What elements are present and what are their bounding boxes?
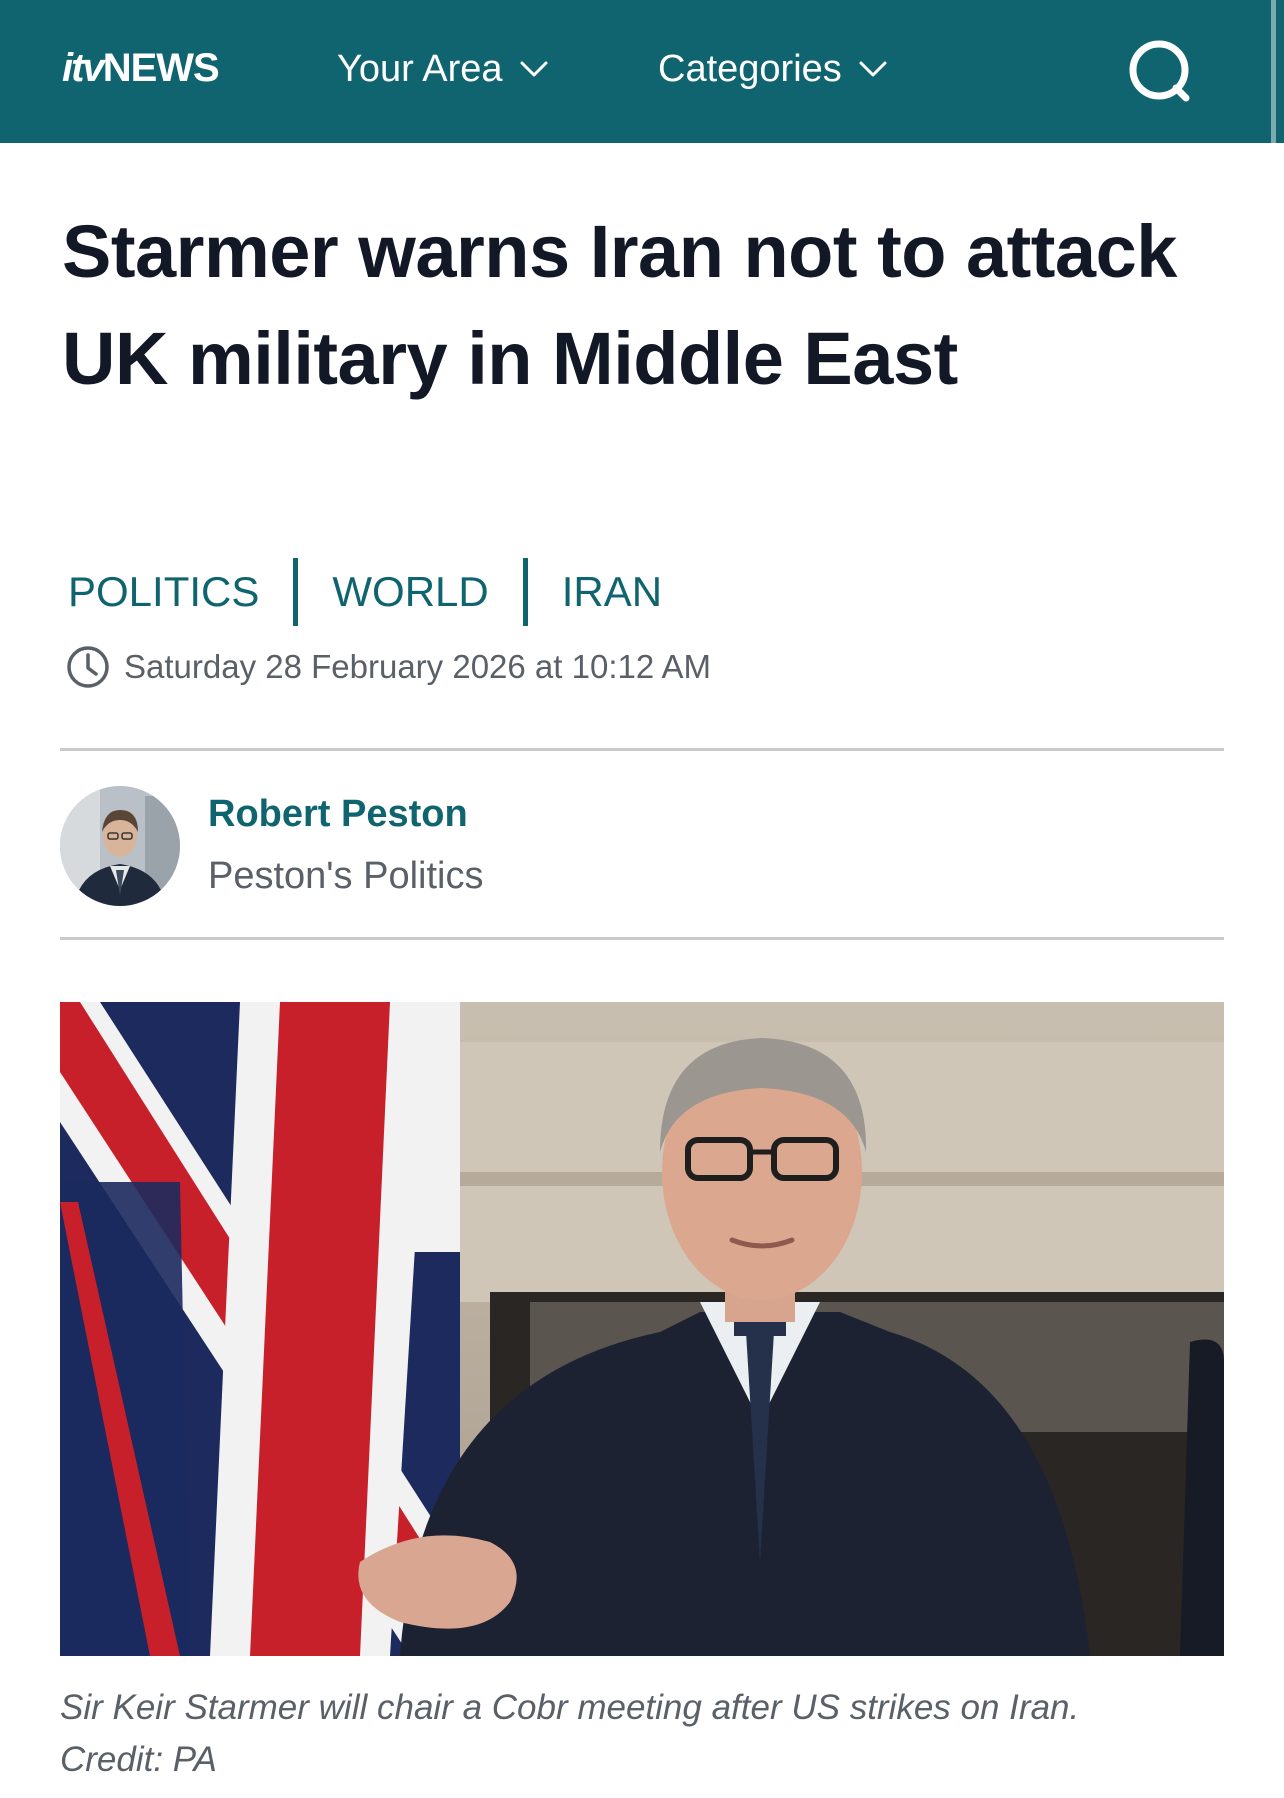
article-hero-image <box>60 1002 1224 1656</box>
tag-world[interactable]: WORLD <box>332 560 488 624</box>
clock-icon <box>67 646 109 688</box>
author-column: Peston's Politics <box>208 855 484 897</box>
tag-separator <box>522 558 528 626</box>
author-name[interactable]: Robert Peston <box>208 790 468 838</box>
tag-iran[interactable]: IRAN <box>562 560 662 624</box>
nav-categories[interactable]: Categories <box>658 44 888 94</box>
search-icon[interactable] <box>1126 36 1196 106</box>
nav-your-area[interactable]: Your Area <box>337 44 549 94</box>
nav-categories-label: Categories <box>658 48 842 90</box>
tag-politics[interactable]: POLITICS <box>68 560 259 624</box>
caption-credit: Credit: PA <box>60 1740 217 1779</box>
author-avatar[interactable] <box>60 786 180 906</box>
nav-your-area-label: Your Area <box>337 48 503 90</box>
chevron-down-icon <box>520 61 548 77</box>
logo-news-text: NEWS <box>102 46 220 90</box>
chevron-down-icon <box>859 61 887 77</box>
image-caption: Sir Keir Starmer will chair a Cobr meeti… <box>60 1682 1240 1786</box>
divider <box>60 748 1224 751</box>
timestamp-text: Saturday 28 February 2026 at 10:12 AM <box>124 648 712 685</box>
scrollbar-edge <box>1271 0 1276 143</box>
divider <box>60 937 1224 940</box>
article-tags: POLITICS WORLD IRAN <box>68 558 662 626</box>
logo-itv-text: itv <box>62 46 105 90</box>
article-headline: Starmer warns Iran not to attack UK mili… <box>62 210 1177 400</box>
tag-separator <box>293 558 299 626</box>
caption-text: Sir Keir Starmer will chair a Cobr meeti… <box>60 1688 1080 1727</box>
top-navigation-bar: itvNEWS Your Area Categories <box>0 0 1284 143</box>
itv-news-logo[interactable]: itvNEWS <box>62 44 220 92</box>
article-timestamp: Saturday 28 February 2026 at 10:12 AM <box>66 645 711 689</box>
